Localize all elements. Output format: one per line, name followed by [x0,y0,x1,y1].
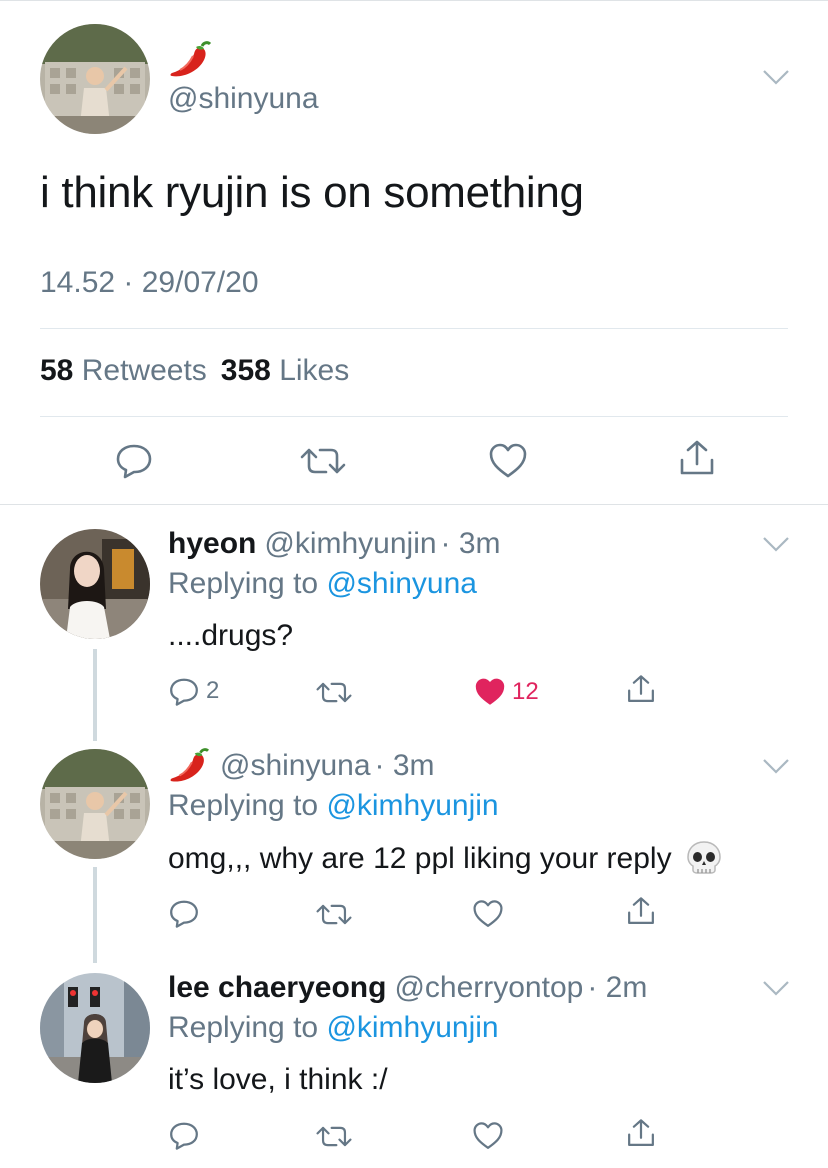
replying-to: Replying to @kimhyunjin [168,1011,499,1045]
like-button[interactable] [472,1121,504,1151]
retweet-button[interactable] [316,679,352,706]
skull-icon [686,841,721,874]
reply-button[interactable] [168,1119,200,1151]
reply-header: @shinyuna · 3m [168,747,435,785]
avatar[interactable] [40,749,150,859]
chevron-down-icon[interactable] [762,535,790,553]
reply-icon [170,678,198,706]
replying-to-link[interactable]: @kimhyunjin [326,789,498,822]
replying-to: Replying to @shinyuna [168,567,477,601]
replying-to-label: Replying to [168,567,319,600]
display-name[interactable]: hyeon [168,527,256,561]
avatar[interactable] [40,24,150,134]
chili-pepper-icon [170,748,210,782]
display-name[interactable]: lee chaeryeong [168,971,386,1005]
likes-count: 358 [220,354,271,387]
reply-button[interactable]: 2 [168,675,219,707]
reply-icon [170,1122,198,1150]
divider [40,328,788,329]
share-button[interactable] [626,673,656,705]
reply-button[interactable] [168,897,200,929]
replying-to-label: Replying to [168,1011,319,1044]
replying-to-link[interactable]: @shinyuna [326,567,477,600]
chevron-down-icon[interactable] [762,979,790,997]
reply-tweet: lee chaeryeong @cherryontop · 2m Replyin… [0,949,828,1168]
replying-to-link[interactable]: @kimhyunjin [326,1011,498,1044]
reply-tweet: hyeon @kimhyunjin · 3m Replying to @shin… [0,505,828,741]
retweet-icon [316,1126,352,1147]
like-icon [489,443,527,478]
avatar[interactable] [40,973,150,1083]
retweet-icon [316,682,352,703]
retweet-button[interactable] [300,444,346,478]
reply-icon [170,900,198,928]
reply-count: 2 [206,677,220,704]
tweet-stats: 58 Retweets 358 Likes [40,354,349,388]
like-button[interactable]: 12 [474,677,539,707]
likes-stat[interactable]: 358 Likes [221,354,349,387]
tweet-timestamp: 14.52 · 29/07/20 [40,266,259,299]
handle[interactable]: @shinyuna [168,82,319,116]
share-button[interactable] [626,895,656,927]
handle[interactable]: @kimhyunjin [264,527,436,561]
reply-icon [116,444,152,479]
retweet-button[interactable] [316,1123,352,1150]
retweets-count: 58 [40,354,74,387]
retweet-button[interactable] [316,901,352,928]
likes-label: Likes [279,354,350,387]
like-icon [473,1122,503,1149]
retweets-label: Retweets [81,354,207,387]
divider [40,416,788,417]
handle[interactable]: @shinyuna [220,749,371,783]
share-icon [628,675,654,702]
share-icon [628,897,654,924]
reply-time: · 3m [374,749,435,782]
replying-to-label: Replying to [168,789,319,822]
avatar[interactable] [40,529,150,639]
retweet-icon [300,448,346,474]
like-button[interactable] [472,899,504,929]
share-icon [628,1119,654,1146]
reply-time: · 3m [440,527,501,560]
share-button[interactable] [678,438,716,478]
reply-tweet: @shinyuna · 3m Replying to @kimhyunjin o… [0,727,828,963]
reply-text: it’s love, i think :/ [168,1063,388,1096]
reply-header: lee chaeryeong @cherryontop · 2m [168,971,647,1005]
share-icon [680,440,714,475]
share-button[interactable] [626,1117,656,1149]
reply-time: · 2m [587,971,648,1004]
reply-text-content: omg,,, why are 12 ppl liking your reply [168,842,672,875]
retweets-stat[interactable]: 58 Retweets [40,354,207,387]
like-count: 12 [512,678,539,705]
reply-header: hyeon @kimhyunjin · 3m [168,527,501,561]
chevron-down-icon[interactable] [762,757,790,775]
reply-text: ....drugs? [168,619,294,652]
heart-filled-icon [475,678,505,705]
tweet-text: i think ryujin is on something [40,168,584,217]
reply-button[interactable] [114,440,154,480]
reply-text: omg,,, why are 12 ppl liking your reply [168,839,724,879]
display-name-emoji [168,40,214,80]
like-icon [473,900,503,927]
handle[interactable]: @cherryontop [394,971,583,1005]
chili-pepper-icon [170,41,212,77]
retweet-icon [316,904,352,925]
chevron-down-icon[interactable] [762,68,790,86]
main-tweet: @shinyuna i think ryujin is on something… [0,0,828,505]
like-button[interactable] [488,442,528,480]
replying-to: Replying to @kimhyunjin [168,789,499,823]
